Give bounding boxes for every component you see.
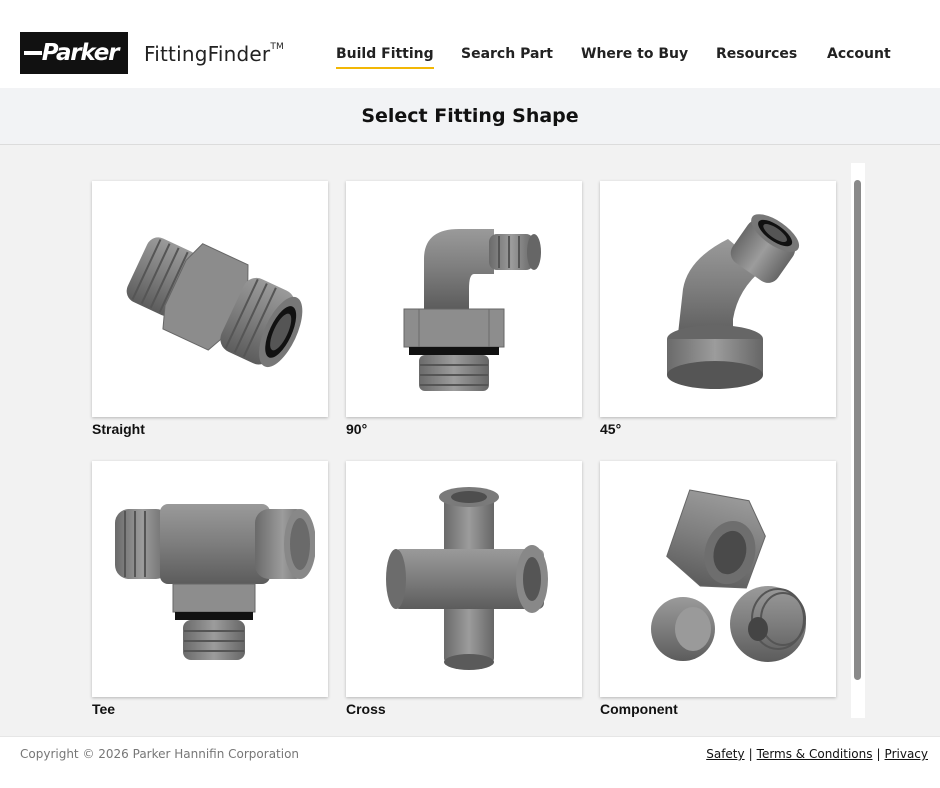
shape-label-tee: Tee	[92, 701, 116, 717]
nav-account[interactable]: Account	[827, 46, 891, 62]
cross-fitting-icon[interactable]	[346, 461, 582, 697]
terms-link[interactable]: Terms & Conditions	[757, 747, 873, 761]
nav-build-fitting[interactable]: Build Fitting	[336, 46, 434, 69]
page-title: Select Fitting Shape	[361, 105, 579, 127]
elbow-90-fitting-icon[interactable]	[346, 181, 582, 417]
logo-text: Parker	[41, 40, 120, 66]
component-fitting-icon[interactable]	[600, 461, 836, 697]
link-separator: |	[876, 747, 881, 761]
copyright-text: Copyright © 2026 Parker Hannifin Corpora…	[20, 747, 300, 761]
shape-label-straight: Straight	[92, 421, 145, 437]
footer-links: Safety | Terms & Conditions | Privacy	[706, 747, 928, 761]
shape-label-90: 90°	[346, 421, 368, 437]
shape-label-cross: Cross	[346, 701, 386, 717]
trademark: TM	[270, 42, 284, 53]
footer: Copyright © 2026 Parker Hannifin Corpora…	[0, 736, 940, 788]
straight-fitting-icon[interactable]	[92, 181, 328, 417]
content-area: Straight 90° 45° Tee Cross Component	[0, 145, 940, 736]
nav-resources[interactable]: Resources	[716, 46, 797, 62]
scrollbar-thumb[interactable]	[854, 180, 861, 680]
shape-card-45[interactable]: 45°	[600, 181, 836, 437]
logo-bar	[24, 51, 42, 55]
shape-card-component[interactable]: Component	[600, 461, 836, 717]
shape-label-45: 45°	[600, 421, 622, 437]
shape-grid: Straight 90° 45° Tee Cross Component	[90, 163, 865, 718]
nav-where-to-buy[interactable]: Where to Buy	[581, 46, 688, 62]
shape-card-cross[interactable]: Cross	[346, 461, 582, 717]
shape-label-component: Component	[600, 701, 678, 717]
tee-fitting-icon[interactable]	[92, 461, 328, 697]
link-separator: |	[748, 747, 753, 761]
app-name-text: FittingFinder	[144, 42, 271, 66]
shape-card-tee[interactable]: Tee	[92, 461, 328, 717]
shape-card-straight[interactable]: Straight	[92, 181, 328, 437]
nav-search-part[interactable]: Search Part	[461, 46, 553, 62]
app-name: FittingFinderTM	[144, 42, 284, 66]
shape-card-90[interactable]: 90°	[346, 181, 582, 437]
title-bar: Select Fitting Shape	[0, 88, 940, 145]
safety-link[interactable]: Safety	[706, 747, 744, 761]
parker-logo[interactable]: Parker	[20, 32, 128, 74]
header: Parker FittingFinderTM Build Fitting Sea…	[0, 0, 940, 88]
elbow-45-fitting-icon[interactable]	[600, 181, 836, 417]
privacy-link[interactable]: Privacy	[885, 747, 928, 761]
